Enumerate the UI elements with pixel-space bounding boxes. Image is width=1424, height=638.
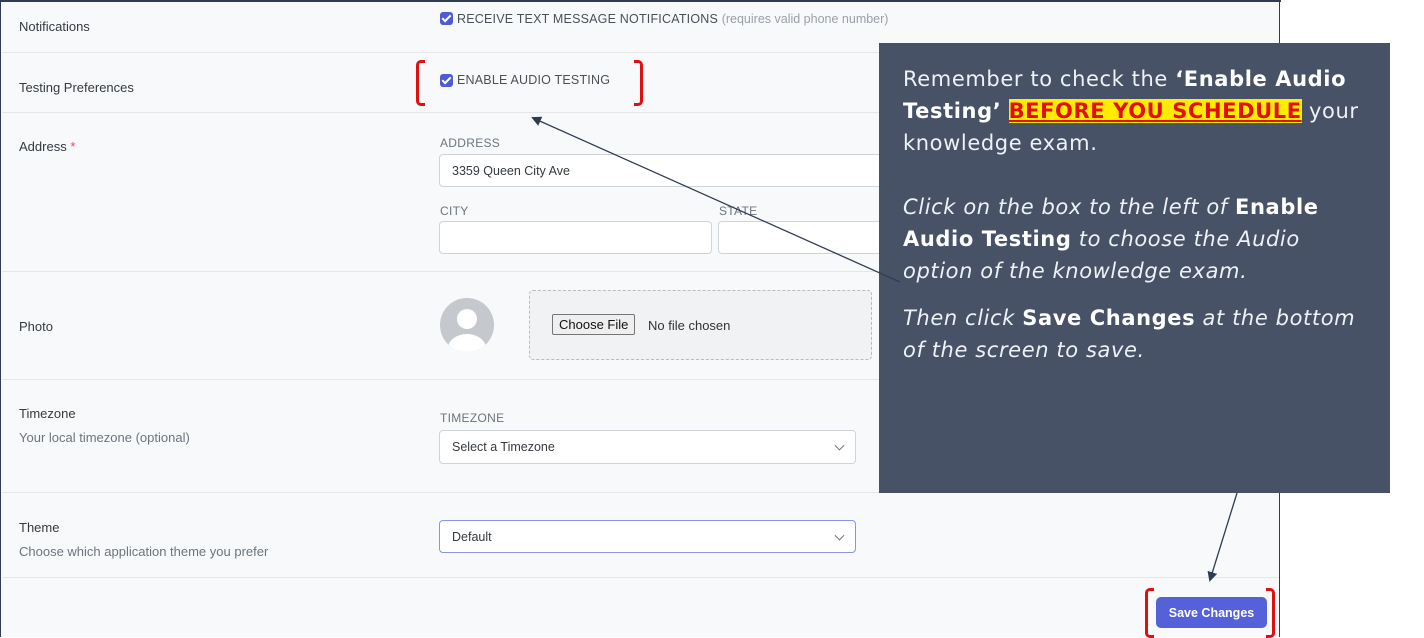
- theme-label: Theme: [19, 520, 60, 535]
- audio-testing-highlight-bracket-right: [634, 60, 643, 106]
- text-notifications-text: RECEIVE TEXT MESSAGE NOTIFICATIONS: [457, 12, 719, 26]
- notifications-label: Notifications: [19, 19, 90, 34]
- save-highlight-bracket-left: [1145, 588, 1154, 638]
- callout-highlight-text: BEFORE YOU SCHEDULE: [1008, 99, 1302, 123]
- address-field-label: ADDRESS: [440, 136, 501, 150]
- theme-row: Theme Choose which application theme you…: [2, 492, 1279, 578]
- theme-select[interactable]: Default: [439, 520, 856, 553]
- audio-testing-highlight-bracket-left: [416, 60, 425, 106]
- required-mark: *: [70, 139, 76, 154]
- text-notifications-checkbox[interactable]: [440, 12, 453, 25]
- no-file-chosen-text: No file chosen: [648, 318, 731, 333]
- save-changes-button[interactable]: Save Changes: [1156, 597, 1267, 628]
- callout-paragraph-3: Then click Save Changes at the bottom of…: [903, 302, 1370, 366]
- address-input[interactable]: 3359 Queen City Ave: [439, 154, 894, 187]
- photo-label: Photo: [19, 319, 53, 334]
- chevron-down-icon: [834, 440, 845, 451]
- state-field-label: STATE: [719, 204, 758, 218]
- testing-preferences-label: Testing Preferences: [19, 80, 134, 95]
- callout-text: Click on the box to the left of: [903, 195, 1236, 219]
- photo-dropzone[interactable]: Choose File No file chosen: [529, 290, 872, 360]
- callout-text: Then click: [903, 306, 1023, 330]
- callout-text: Remember to check the: [903, 67, 1176, 91]
- timezone-select[interactable]: Select a Timezone: [439, 430, 856, 464]
- theme-select-value: Default: [452, 529, 492, 544]
- city-input[interactable]: [439, 221, 712, 254]
- city-field-label: CITY: [440, 204, 469, 218]
- enable-audio-testing-checkbox[interactable]: [440, 74, 453, 87]
- address-label-text: Address: [19, 139, 67, 154]
- timezone-field-label: TIMEZONE: [440, 411, 505, 425]
- text-notifications-checkbox-label[interactable]: RECEIVE TEXT MESSAGE NOTIFICATIONS (requ…: [457, 12, 888, 26]
- timezone-description: Your local timezone (optional): [19, 430, 190, 445]
- enable-audio-testing-label[interactable]: ENABLE AUDIO TESTING: [457, 73, 610, 87]
- callout-bold-text: Save Changes: [1022, 306, 1196, 330]
- callout-paragraph-1: Remember to check the ‘Enable Audio Test…: [903, 63, 1370, 159]
- instruction-callout: Remember to check the ‘Enable Audio Test…: [879, 43, 1390, 493]
- chevron-down-icon: [834, 530, 845, 541]
- state-input[interactable]: [718, 221, 894, 254]
- callout-paragraph-2: Click on the box to the left of Enable A…: [903, 191, 1370, 287]
- text-notifications-hint: (requires valid phone number): [721, 12, 889, 26]
- avatar: [440, 298, 494, 352]
- save-highlight-bracket-right: [1266, 588, 1275, 638]
- address-label: Address *: [19, 139, 75, 154]
- timezone-select-value: Select a Timezone: [452, 440, 555, 454]
- theme-description: Choose which application theme you prefe…: [19, 544, 269, 559]
- timezone-label: Timezone: [19, 406, 76, 421]
- choose-file-button[interactable]: Choose File: [552, 314, 636, 335]
- address-input-value: 3359 Queen City Ave: [452, 163, 570, 178]
